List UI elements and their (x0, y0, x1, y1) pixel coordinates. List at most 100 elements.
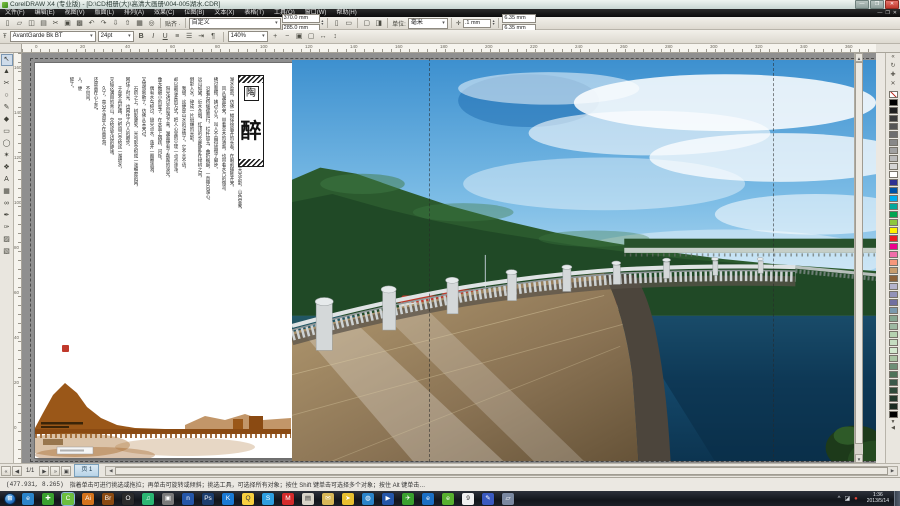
color-swatch-38[interactable] (888, 395, 898, 402)
underline-button[interactable]: U (160, 31, 171, 42)
font-combo[interactable]: AvantGarde Bk BT ▾ (9, 31, 96, 42)
first-page-button[interactable]: « (1, 465, 11, 476)
color-swatch-16[interactable] (888, 219, 898, 226)
rectangle-tool[interactable]: ▭ (1, 126, 13, 138)
basic-shapes-tool[interactable]: ❖ (1, 162, 13, 174)
color-swatch-39[interactable] (888, 403, 898, 410)
mdi-restore-button[interactable]: ❐ (885, 10, 889, 16)
tray-app-icon[interactable]: ◪ (844, 495, 850, 502)
menu-item-6[interactable]: 位图(B) (179, 9, 209, 17)
zoom-page-icon[interactable]: ▢ (306, 31, 317, 42)
duplicate-x-field[interactable]: 6.35 mm (502, 13, 537, 23)
bold-button[interactable]: B (136, 31, 147, 42)
fill-tool[interactable]: ▨ (1, 234, 13, 246)
paper-width-field[interactable]: 370.0 mm (281, 13, 320, 23)
next-page-button[interactable]: ▶ (39, 465, 50, 476)
redo-icon[interactable]: ↷ (98, 18, 109, 29)
blend-tool[interactable]: ∞ (1, 198, 13, 210)
taskbar-folder-icon[interactable]: ▱ (502, 492, 514, 505)
color-swatch-14[interactable] (888, 203, 898, 210)
vertical-scroll-thumb[interactable] (855, 62, 863, 444)
color-swatch-33[interactable] (888, 355, 898, 362)
color-swatch-35[interactable] (888, 371, 898, 378)
color-swatch-13[interactable] (888, 195, 898, 202)
color-swatch-0[interactable] (888, 91, 898, 98)
taskbar-browser-globe-icon[interactable]: e (22, 492, 34, 505)
menu-item-3[interactable]: 版面(L) (90, 9, 119, 17)
taskbar-bridge-icon[interactable]: Br (102, 492, 114, 505)
palette-flyout-arrow[interactable]: ◀ (891, 425, 895, 431)
color-swatch-28[interactable] (888, 315, 898, 322)
export-icon[interactable]: ⇧ (122, 18, 133, 29)
menu-item-1[interactable]: 编辑(E) (30, 9, 60, 17)
color-swatch-34[interactable] (888, 363, 898, 370)
text-tool[interactable]: A (1, 174, 13, 186)
lake-photo-object[interactable] (292, 60, 876, 461)
smart-fill-tool[interactable]: ◆ (1, 114, 13, 126)
menu-item-5[interactable]: 效果(C) (149, 9, 179, 17)
taskbar-clock[interactable]: 1:36 2013/5/14 (862, 492, 894, 504)
cut-icon[interactable]: ✂ (50, 18, 61, 29)
color-swatch-40[interactable] (888, 411, 898, 418)
docker-menu-icon[interactable]: « (891, 53, 894, 62)
taskbar-globe2-icon[interactable]: ◍ (362, 492, 374, 505)
zoom-out-icon[interactable]: − (282, 31, 293, 42)
taskbar-sogou-browser-icon[interactable]: S (262, 492, 274, 505)
taskbar-green-bird-icon[interactable]: ✈ (402, 492, 414, 505)
color-swatch-7[interactable] (888, 147, 898, 154)
import-icon[interactable]: ⇩ (110, 18, 121, 29)
drawing-canvas[interactable]: 于是，我来到一场注定的邂逅里。此时，天光云影，山色空蒙，湖水盈盈，仿佛一幅徐徐展… (22, 53, 876, 463)
italic-button[interactable]: I (148, 31, 159, 42)
vertical-ruler[interactable]: 160 140 120 100 80 60 40 20 0 (14, 53, 22, 463)
bullet-list-icon[interactable]: ☰ (184, 31, 195, 42)
color-swatch-3[interactable] (888, 115, 898, 122)
taskbar-sogou-pinyin-icon[interactable]: 9 (462, 492, 474, 505)
horizontal-scrollbar[interactable]: ◀ ▶ (105, 465, 898, 476)
color-swatch-32[interactable] (888, 347, 898, 354)
open-icon[interactable]: ▱ (14, 18, 25, 29)
print-icon[interactable]: ▤ (38, 18, 49, 29)
text-direction-icon[interactable]: ¶ (208, 31, 219, 42)
crop-tool[interactable]: ✂ (1, 78, 13, 90)
color-swatch-29[interactable] (888, 323, 898, 330)
color-swatch-20[interactable] (888, 251, 898, 258)
color-swatch-36[interactable] (888, 379, 898, 386)
corel-online-icon[interactable]: ◎ (146, 18, 157, 29)
taskbar-qq-icon[interactable]: Q (242, 492, 254, 505)
maximize-button[interactable]: ❐ (870, 0, 884, 9)
taskbar-netease-icon[interactable]: n (182, 492, 194, 505)
color-swatch-11[interactable] (888, 179, 898, 186)
taskbar-ie-icon[interactable]: e (422, 492, 434, 505)
scroll-down-arrow[interactable]: ▼ (855, 454, 863, 463)
nudge-field[interactable]: .1 mm (462, 18, 491, 28)
taskbar-player-icon[interactable]: ▶ (382, 492, 394, 505)
taskbar-kankan-icon[interactable]: ➤ (342, 492, 354, 505)
menu-item-0[interactable]: 文件(F) (0, 9, 30, 17)
color-swatch-37[interactable] (888, 387, 898, 394)
start-button[interactable]: ⊞ (4, 492, 16, 505)
color-swatch-9[interactable] (888, 163, 898, 170)
tray-alert-icon[interactable]: ● (854, 496, 858, 502)
color-swatch-10[interactable] (888, 171, 898, 178)
docker-add-icon[interactable]: ✚ (890, 71, 895, 80)
color-swatch-23[interactable] (888, 275, 898, 282)
tray-expand-icon[interactable]: ^ (838, 496, 841, 502)
menu-item-4[interactable]: 排列(A) (119, 9, 149, 17)
menu-item-2[interactable]: 视图(V) (60, 9, 90, 17)
zoom-height-icon[interactable]: ↕ (330, 31, 341, 42)
title-banner[interactable]: 陶 醉 (238, 75, 264, 167)
zoom-tool[interactable]: ○ (1, 90, 13, 102)
landscape-button[interactable]: ▭ (343, 18, 354, 29)
color-swatch-8[interactable] (888, 155, 898, 162)
snap-dropdown[interactable]: 贴齐 · (164, 19, 182, 28)
show-desktop-button[interactable] (894, 491, 900, 506)
taskbar-qq-music-icon[interactable]: ♫ (142, 492, 154, 505)
color-swatch-4[interactable] (888, 123, 898, 130)
taskbar-office-icon[interactable]: O (122, 492, 134, 505)
taskbar-pen-app-icon[interactable]: ✎ (482, 492, 494, 505)
paper-size-stepper[interactable]: ▲ ▼ (321, 19, 324, 27)
color-swatch-21[interactable] (888, 259, 898, 266)
docker-refresh-icon[interactable]: ↻ (890, 62, 895, 71)
menu-item-7[interactable]: 文本(X) (209, 9, 239, 17)
taskbar-360-safety-icon[interactable]: ✚ (42, 492, 54, 505)
